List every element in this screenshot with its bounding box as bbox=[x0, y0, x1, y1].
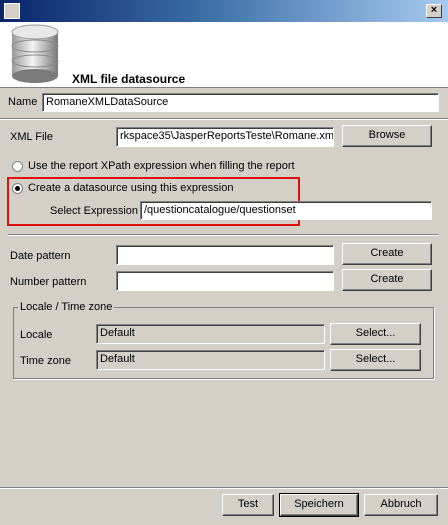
locale-select-button[interactable]: Select... bbox=[330, 323, 421, 345]
timezone-label: Time zone bbox=[20, 355, 71, 367]
date-pattern-label: Date pattern bbox=[10, 250, 71, 262]
app-icon bbox=[4, 3, 20, 19]
browse-button[interactable]: Browse bbox=[342, 125, 432, 147]
radio-create-datasource[interactable] bbox=[12, 183, 23, 194]
xml-file-input[interactable]: rkspace35\JasperReportsTeste\Romane.xml bbox=[116, 127, 334, 147]
save-button[interactable]: Speichern bbox=[279, 493, 359, 517]
number-pattern-create-button[interactable]: Create bbox=[342, 269, 432, 291]
database-icon bbox=[11, 24, 59, 83]
test-button[interactable]: Test bbox=[222, 494, 274, 516]
name-label: Name bbox=[8, 96, 38, 108]
separator bbox=[0, 487, 448, 489]
header-panel bbox=[0, 22, 448, 88]
dialog-title: XML file datasource bbox=[72, 72, 186, 86]
close-button[interactable]: × bbox=[426, 4, 442, 18]
timezone-value: Default bbox=[96, 350, 325, 370]
timezone-select-button[interactable]: Select... bbox=[330, 349, 421, 371]
select-expression-label: Select Expression bbox=[50, 205, 139, 217]
name-input[interactable]: RomaneXMLDataSource bbox=[42, 93, 439, 112]
select-expression-input[interactable]: /questioncatalogue/questionset bbox=[140, 201, 432, 220]
date-pattern-create-button[interactable]: Create bbox=[342, 243, 432, 265]
number-pattern-label: Number pattern bbox=[10, 276, 87, 288]
locale-label: Locale bbox=[20, 329, 53, 341]
radio-use-report-xpath[interactable] bbox=[12, 161, 23, 172]
separator bbox=[8, 234, 438, 236]
number-pattern-input[interactable] bbox=[116, 271, 334, 291]
title-bar bbox=[0, 0, 448, 22]
radio-use-report-xpath-label: Use the report XPath expression when fil… bbox=[28, 160, 295, 172]
locale-group-title: Locale / Time zone bbox=[18, 301, 115, 313]
cancel-button[interactable]: Abbruch bbox=[364, 494, 438, 516]
date-pattern-input[interactable] bbox=[116, 245, 334, 265]
xml-file-label: XML File bbox=[10, 131, 53, 143]
separator bbox=[0, 118, 448, 120]
radio-create-datasource-label: Create a datasource using this expressio… bbox=[28, 182, 234, 194]
locale-value: Default bbox=[96, 324, 325, 344]
